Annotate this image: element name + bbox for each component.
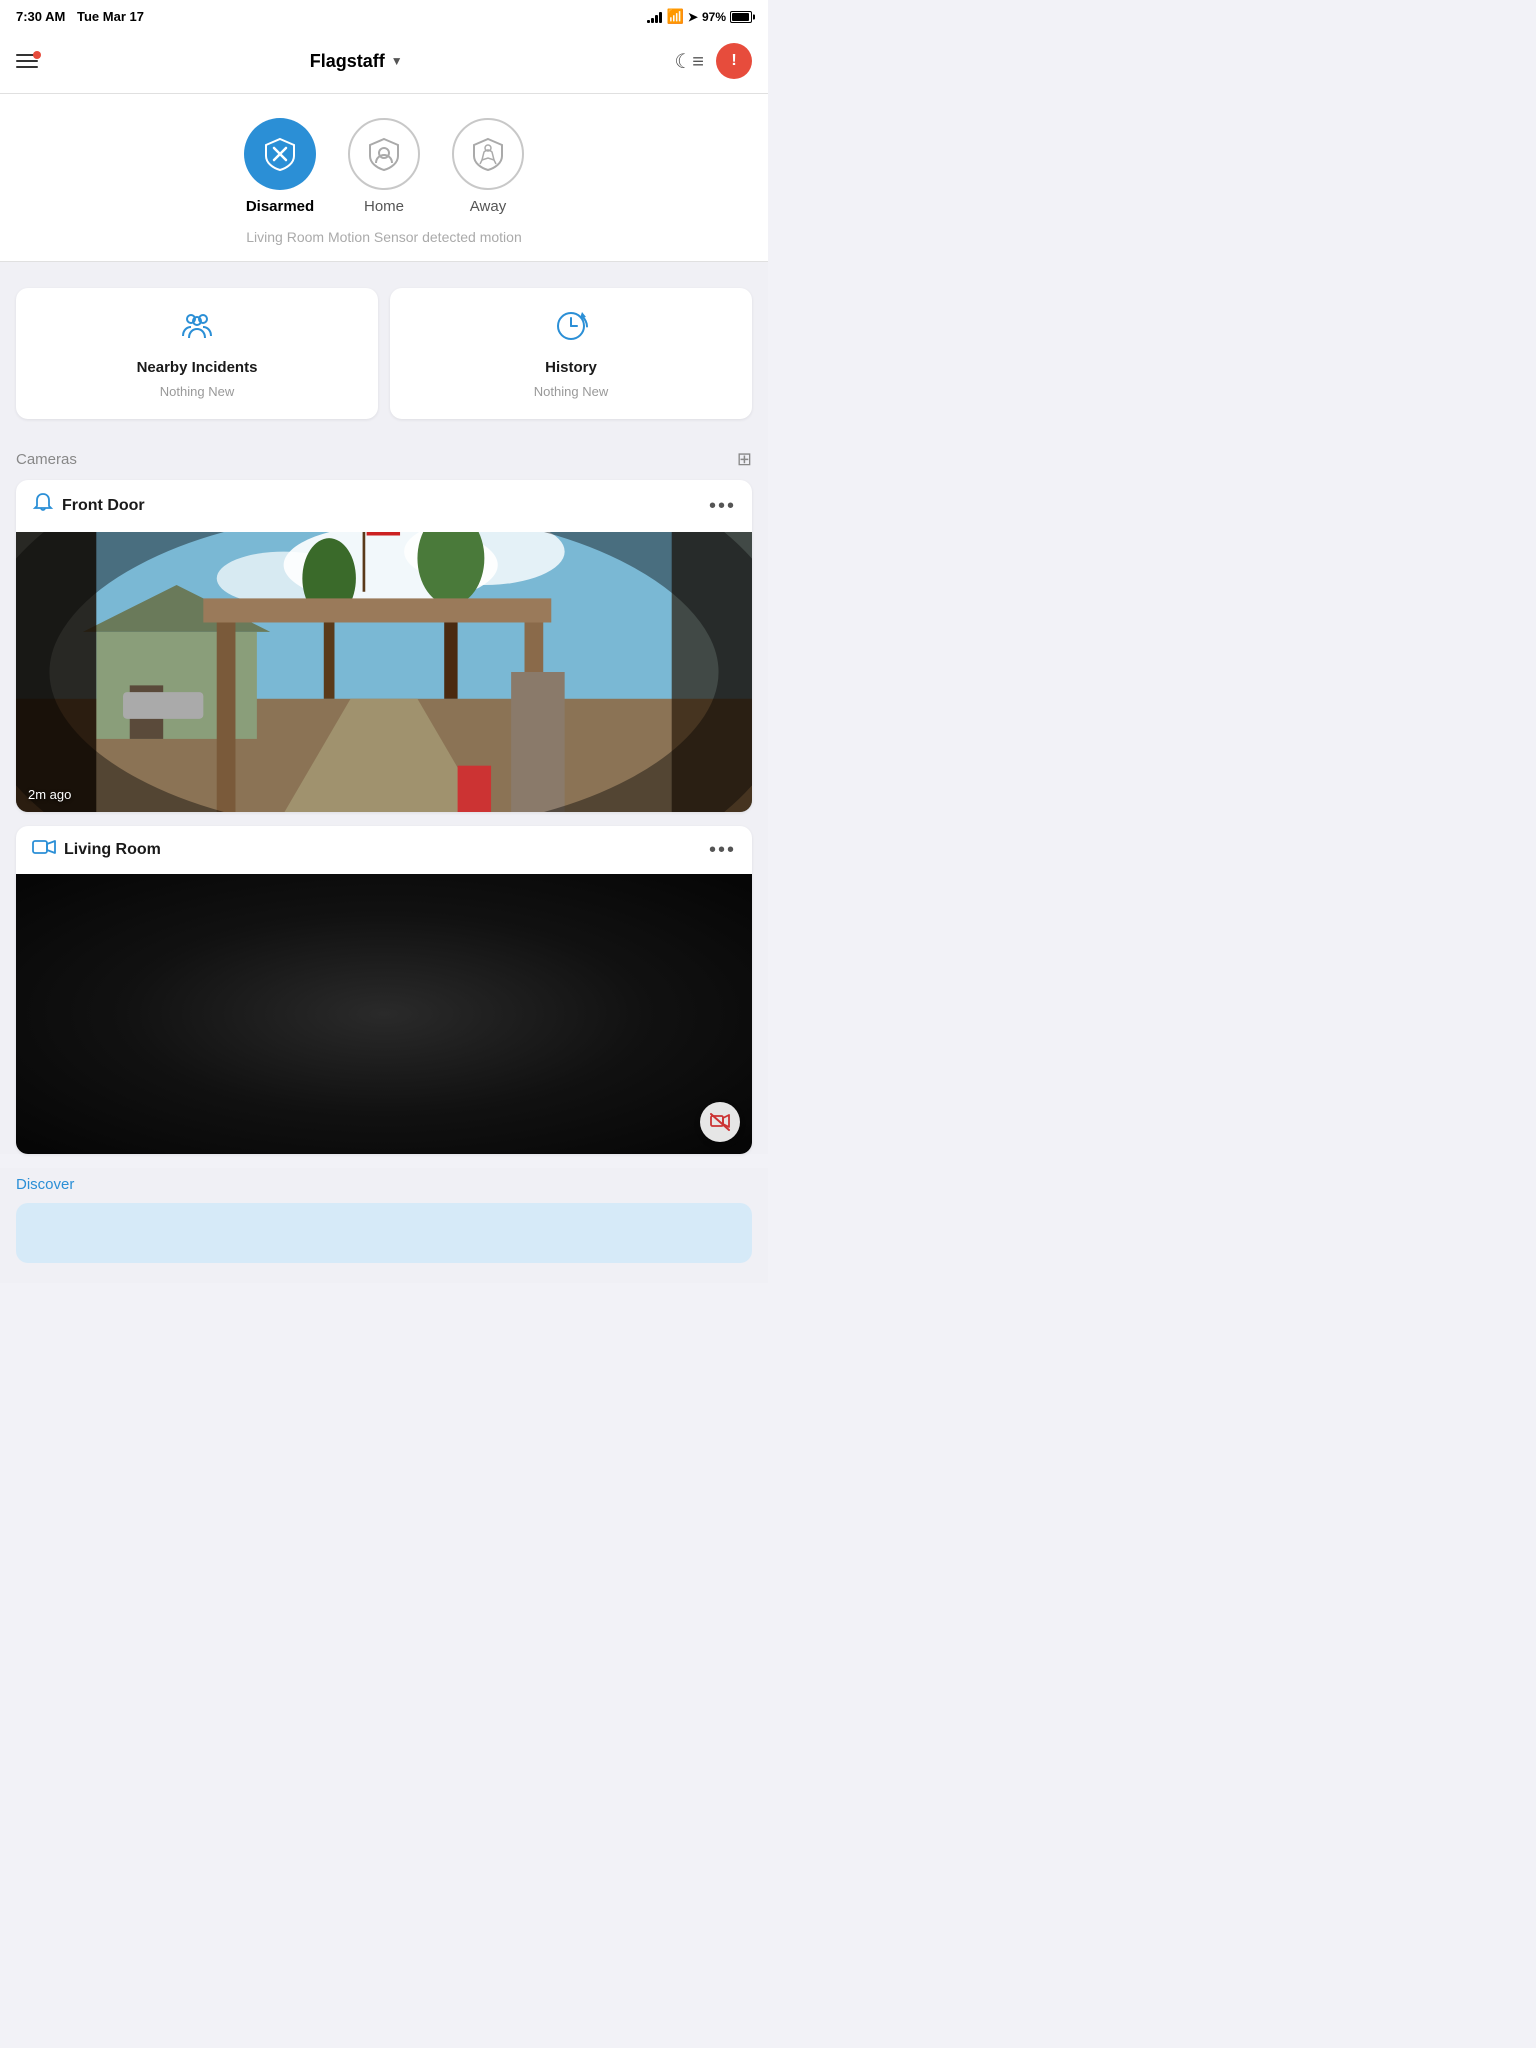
date-display: Tue Mar 17: [77, 9, 144, 24]
camera-offline-button[interactable]: [700, 1102, 740, 1142]
away-label: Away: [470, 198, 506, 215]
disarmed-icon-circle: [244, 118, 316, 190]
home-mode-button[interactable]: Home: [348, 118, 420, 215]
discover-section: Discover: [0, 1168, 768, 1283]
alert-button[interactable]: !: [716, 43, 752, 79]
living-room-video-dark: [16, 874, 752, 1154]
history-card[interactable]: History Nothing New: [390, 288, 752, 419]
discover-label: Discover: [16, 1176, 752, 1193]
location-title[interactable]: Flagstaff ▼: [310, 51, 403, 72]
living-room-camera-header: Living Room •••: [16, 826, 752, 874]
location-arrow-icon: ➤: [688, 10, 698, 24]
history-subtitle: Nothing New: [534, 384, 608, 399]
header: Flagstaff ▼ ☾≡ !: [0, 33, 768, 94]
living-room-more-button[interactable]: •••: [709, 839, 736, 862]
history-title: History: [545, 359, 597, 376]
time-display: 7:30 AM: [16, 9, 65, 24]
living-room-camera-card: Living Room •••: [16, 826, 752, 1154]
chevron-down-icon: ▼: [391, 54, 403, 68]
disarmed-label: Disarmed: [246, 198, 314, 215]
away-icon-circle: [452, 118, 524, 190]
battery-percentage: 97%: [702, 10, 726, 24]
grid-view-icon[interactable]: ⊞: [737, 449, 752, 470]
notification-dot: [33, 51, 41, 59]
living-room-label: Living Room: [64, 841, 161, 859]
battery-icon: [730, 11, 752, 23]
living-room-feed[interactable]: [16, 874, 752, 1154]
status-bar-right: 📶 ➤ 97%: [647, 8, 752, 25]
disarmed-button[interactable]: Disarmed: [244, 118, 316, 215]
header-actions: ☾≡ !: [674, 43, 752, 79]
front-door-timestamp: 2m ago: [28, 787, 71, 802]
home-shield-icon: [366, 136, 402, 172]
living-room-name-row: Living Room: [32, 838, 161, 862]
alert-icon: !: [731, 52, 736, 70]
status-bar-left: 7:30 AM Tue Mar 17: [16, 9, 144, 24]
hamburger-icon: [16, 60, 38, 62]
front-door-video: [16, 532, 752, 812]
clock-replay-icon: [553, 308, 589, 344]
camera-icon: [32, 838, 56, 862]
discover-banner[interactable]: [16, 1203, 752, 1263]
camera-card-header: Front Door •••: [16, 480, 752, 532]
disarmed-shield-icon: [262, 136, 298, 172]
nearby-incidents-icon: [179, 308, 215, 351]
away-mode-button[interactable]: Away: [452, 118, 524, 215]
motion-status-text: Living Room Motion Sensor detected motio…: [246, 229, 521, 245]
nearby-incidents-card[interactable]: Nearby Incidents Nothing New: [16, 288, 378, 419]
front-door-camera-card: Front Door •••: [16, 480, 752, 812]
security-section: Disarmed Home: [0, 94, 768, 262]
status-bar: 7:30 AM Tue Mar 17 📶 ➤ 97%: [0, 0, 768, 33]
nearby-incidents-subtitle: Nothing New: [160, 384, 234, 399]
wifi-icon: 📶: [666, 8, 683, 25]
front-door-feed[interactable]: 2m ago: [16, 532, 752, 812]
cards-row: Nearby Incidents Nothing New History Not…: [0, 272, 768, 435]
section-divider: [0, 262, 768, 272]
video-slash-icon: [710, 1113, 730, 1131]
location-name: Flagstaff: [310, 51, 385, 72]
bell-icon: [32, 492, 54, 514]
home-label: Home: [364, 198, 404, 215]
away-shield-icon: [470, 136, 506, 172]
mode-buttons: Disarmed Home: [244, 118, 524, 215]
people-icon: [179, 308, 215, 344]
nearby-incidents-title: Nearby Incidents: [137, 359, 258, 376]
front-door-label: Front Door: [62, 497, 145, 515]
history-icon: [553, 308, 589, 351]
signal-icon: [647, 11, 662, 23]
cameras-section: Cameras ⊞ Front Door •••: [0, 435, 768, 1154]
cameras-label: Cameras: [16, 451, 77, 468]
video-camera-icon: [32, 838, 56, 856]
doorbell-icon: [32, 492, 54, 520]
hamburger-icon: [16, 66, 38, 68]
moon-icon[interactable]: ☾≡: [674, 49, 704, 74]
cameras-header: Cameras ⊞: [16, 443, 752, 480]
home-icon-circle: [348, 118, 420, 190]
camera-more-button[interactable]: •••: [709, 495, 736, 518]
camera-name-row: Front Door: [32, 492, 145, 520]
menu-button[interactable]: [16, 54, 38, 68]
